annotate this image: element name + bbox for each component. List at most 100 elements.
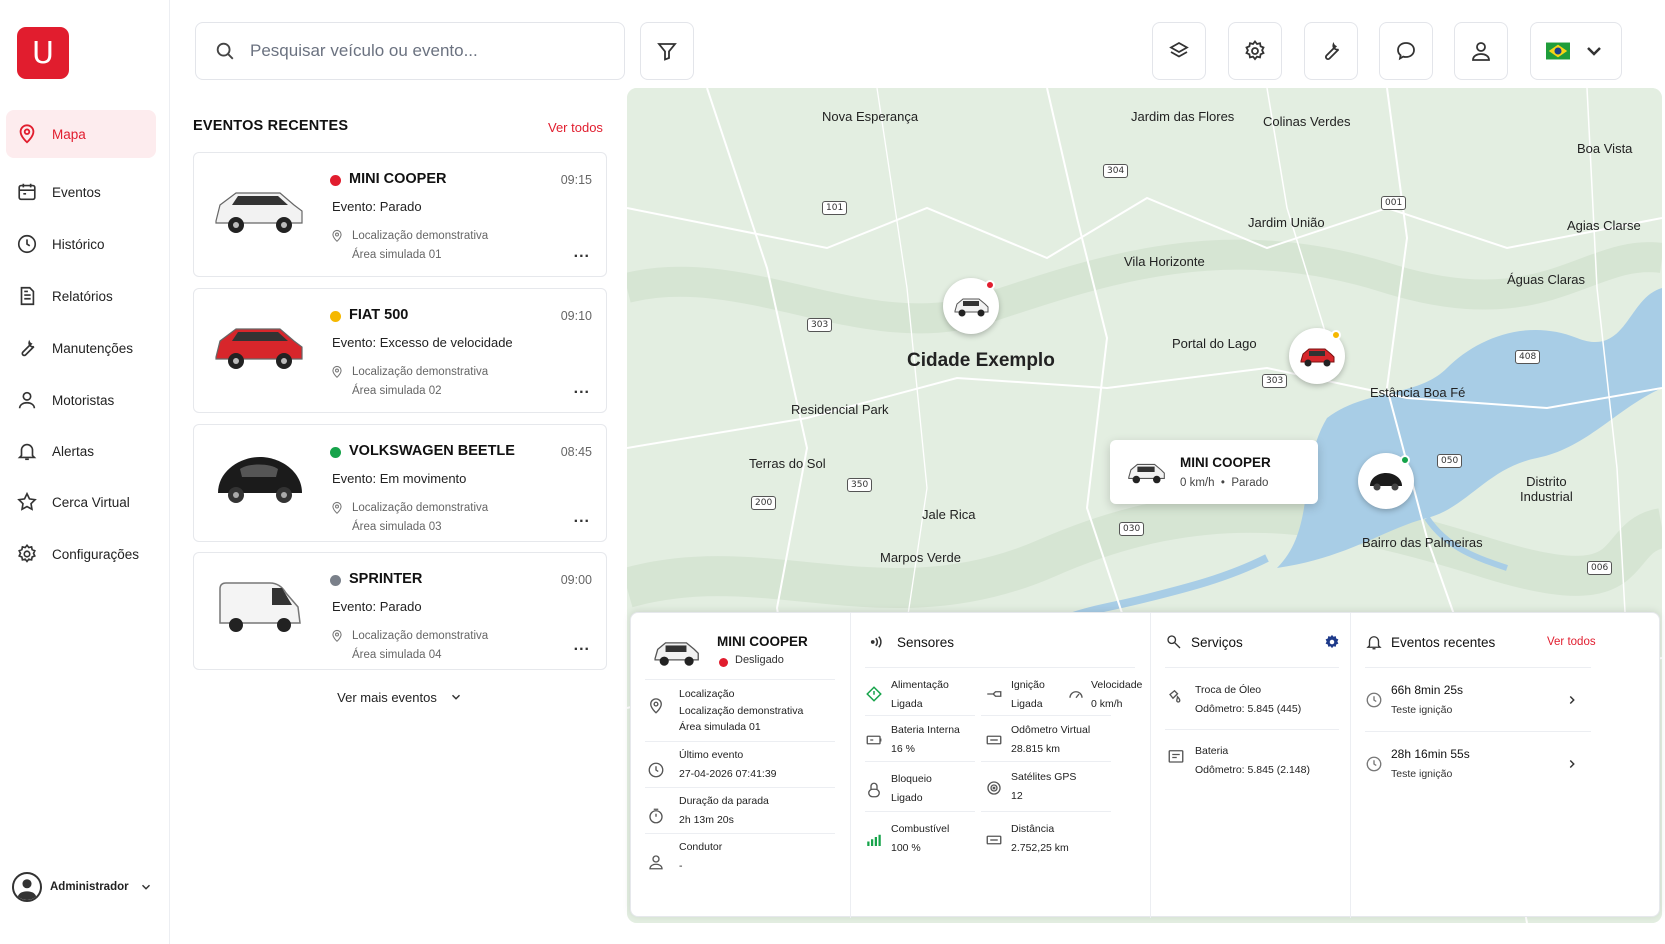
sidebar-item-historico[interactable]: Histórico <box>6 220 156 268</box>
language-selector[interactable] <box>1530 22 1622 80</box>
panel-vehicle-status: Desligado <box>735 654 784 666</box>
road-shield: 001 <box>1381 196 1407 210</box>
services-column: Serviços Troca de Óleo Odômetro: 5.845 (4… <box>1151 613 1351 918</box>
sidebar-item-mapa[interactable]: Mapa <box>6 110 156 158</box>
sensor-value: 2.752,25 km <box>1011 842 1069 854</box>
sidebar-item-configuracoes[interactable]: Configurações <box>6 530 156 578</box>
user-menu[interactable]: Administrador <box>12 872 153 902</box>
event-card[interactable]: FIAT 500 09:10 Evento: Excesso de velocida… <box>193 288 607 413</box>
gear-icon[interactable] <box>1323 633 1341 651</box>
sidebar-item-eventos[interactable]: Eventos <box>6 168 156 216</box>
layers-icon <box>1169 41 1189 58</box>
vehicle-marker-fiat-500[interactable] <box>1289 328 1345 384</box>
bell-icon <box>1366 636 1382 650</box>
chevron-down-icon <box>1587 47 1601 56</box>
event-desc: Teste ignição <box>1391 768 1453 780</box>
map-label: Portal do Lago <box>1172 336 1257 351</box>
vehicle-popup[interactable]: MINI COOPER 0 km/h • Parado <box>1110 440 1318 504</box>
layers-button[interactable] <box>1152 22 1206 80</box>
event-card[interactable]: SPRINTER 09:00 Evento: Parado Localização d… <box>193 552 607 670</box>
settings-button[interactable] <box>1228 22 1282 80</box>
info-value: 27-04-2026 07:41:39 <box>679 768 777 780</box>
location-pin-icon <box>332 501 342 514</box>
map-label-city: Cidade Exemplo <box>907 350 1055 371</box>
event-time: 09:00 <box>560 573 592 587</box>
sensor-value: Ligada <box>891 698 923 710</box>
odometer-icon <box>986 735 1002 745</box>
filter-icon <box>657 43 677 61</box>
power-icon <box>866 686 882 702</box>
sensor-label: Alimentação <box>891 679 949 691</box>
see-all-events-link[interactable]: Ver todos <box>548 120 603 135</box>
map-label: Águas Claras <box>1507 272 1586 287</box>
vehicle-details-panel: MINI COOPER Desligado Localização Locali… <box>630 612 1660 918</box>
sidebar-item-cerca-virtual[interactable]: Cerca Virtual <box>6 478 156 526</box>
sidebar-item-relatorios[interactable]: Relatórios <box>6 272 156 320</box>
sidebar: U Mapa Eventos Histórico Relatórios Manu… <box>0 0 170 944</box>
app-logo[interactable]: U <box>17 27 69 79</box>
profile-button[interactable] <box>1454 22 1508 80</box>
see-more-events-button[interactable]: Ver mais eventos <box>193 679 607 715</box>
vehicle-marker-mini-cooper[interactable] <box>943 278 999 334</box>
sensor-value: 100 % <box>891 842 921 854</box>
panel-see-all-link[interactable]: Ver todos <box>1547 636 1596 648</box>
bell-icon <box>17 443 37 461</box>
more-options-button[interactable]: ... <box>574 637 590 655</box>
chat-button[interactable] <box>1379 22 1433 80</box>
location-pin-icon <box>332 629 342 642</box>
sensors-column: Sensores Alimentação Ligada Ignição Ligada… <box>851 613 1151 918</box>
fuel-level-icon <box>867 834 881 846</box>
map-label: Boa Vista <box>1577 141 1633 156</box>
service-label: Troca de Óleo <box>1195 684 1262 696</box>
sensor-icon <box>870 636 882 648</box>
car-icon <box>218 457 302 503</box>
event-location: Localização demonstrativa Área simulada 0… <box>352 366 489 397</box>
sidebar-item-label: Alertas <box>52 443 95 459</box>
more-options-button[interactable]: ... <box>574 509 590 527</box>
event-card[interactable]: MINI COOPER 09:15 Evento: Parado Localizaçã… <box>193 152 607 277</box>
user-icon <box>1472 42 1490 61</box>
more-options-button[interactable]: ... <box>574 244 590 262</box>
sidebar-item-label: Manutenções <box>52 340 134 356</box>
event-time: 09:10 <box>560 309 592 323</box>
road-shield: 408 <box>1515 350 1541 364</box>
sensor-label: Ignição <box>1011 679 1045 691</box>
popup-vehicle-name: MINI COOPER <box>1180 455 1271 470</box>
sensor-value: 0 km/h <box>1091 698 1123 710</box>
sensor-value: Ligada <box>1011 698 1043 710</box>
filter-button[interactable] <box>640 22 694 80</box>
sidebar-item-label: Mapa <box>52 126 86 142</box>
search-input[interactable] <box>250 41 610 61</box>
event-duration: 28h 16min 55s <box>1391 747 1470 761</box>
panel-vehicle-name: MINI COOPER <box>717 634 808 649</box>
sensor-label: Combustível <box>891 823 950 835</box>
sensor-label: Velocidade <box>1091 679 1143 691</box>
sensor-value: Ligado <box>891 792 923 804</box>
chevron-down-icon <box>141 884 150 890</box>
location-pin-icon <box>332 365 342 378</box>
info-value: Área simulada 01 <box>679 721 761 733</box>
sidebar-item-manutencoes[interactable]: Manutenções <box>6 324 156 372</box>
maintenance-button[interactable] <box>1304 22 1358 80</box>
event-card[interactable]: VOLKSWAGEN BEETLE 08:45 Evento: Em movimen… <box>193 424 607 542</box>
search-box[interactable] <box>195 22 625 80</box>
road-shield: 350 <box>847 478 873 492</box>
status-dot <box>1331 330 1341 340</box>
car-icon <box>1128 463 1165 484</box>
person-icon <box>18 391 36 409</box>
vehicle-marker-beetle[interactable] <box>1358 453 1414 509</box>
map-label: Colinas Verdes <box>1263 114 1351 129</box>
car-icon <box>1370 473 1402 491</box>
wrench-icon <box>21 339 35 357</box>
status-dot <box>719 658 728 667</box>
more-options-button[interactable]: ... <box>574 380 590 398</box>
battery-icon <box>866 735 882 745</box>
car-icon <box>215 328 303 369</box>
sensor-label: Distância <box>1011 823 1055 835</box>
sidebar-item-motoristas[interactable]: Motoristas <box>6 376 156 424</box>
clock-icon <box>17 234 37 254</box>
map-label: Nova Esperança <box>822 109 919 124</box>
sidebar-item-alertas[interactable]: Alertas <box>6 427 156 475</box>
road-shield: 101 <box>822 201 848 215</box>
event-vehicle-name: FIAT 500 <box>349 307 409 323</box>
